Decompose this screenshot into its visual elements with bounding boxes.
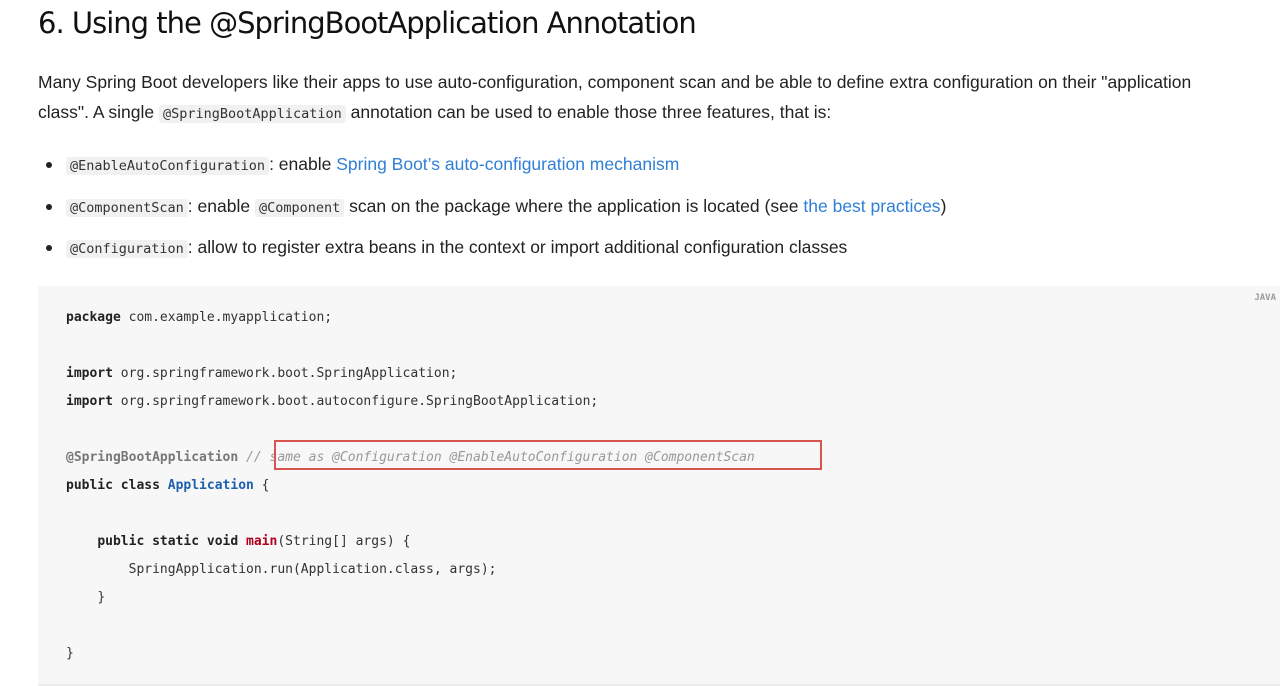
code-line: public static void main(String[] args) { xyxy=(66,528,755,556)
inline-code: @EnableAutoConfiguration xyxy=(66,157,270,175)
code-text: com.example.myapplication; xyxy=(120,310,333,325)
code-keyword: public static void xyxy=(97,534,239,549)
list-item: @ComponentScan: enable @Component scan o… xyxy=(38,192,946,234)
intro-paragraph: Many Spring Boot developers like their a… xyxy=(38,67,1238,129)
code-lines: package com.example.myapplication; impor… xyxy=(66,304,755,668)
list-item: @EnableAutoConfiguration: enable Spring … xyxy=(38,150,946,192)
code-line: import org.springframework.boot.SpringAp… xyxy=(66,360,755,388)
code-annotation: @SpringBootApplication xyxy=(66,450,239,465)
code-text: SpringApplication.run(Application.class,… xyxy=(128,562,497,577)
inline-code: @Configuration xyxy=(66,240,188,258)
code-text: } xyxy=(97,590,106,605)
auto-configuration-link[interactable]: Spring Boot’s auto-configuration mechani… xyxy=(336,154,679,174)
code-line: import org.springframework.boot.autoconf… xyxy=(66,388,755,416)
code-keyword: import xyxy=(66,394,113,409)
code-block[interactable]: JAVA package com.example.myapplication; … xyxy=(38,286,1280,686)
code-text: { xyxy=(253,478,270,493)
code-function-name: main xyxy=(246,534,278,549)
code-line: package com.example.myapplication; xyxy=(66,304,755,332)
code-text: org.springframework.boot.autoconfigure.S… xyxy=(112,394,599,409)
code-keyword: package xyxy=(66,310,121,325)
list-item-text: : enable xyxy=(269,154,337,174)
code-text: } xyxy=(66,646,74,661)
language-label: JAVA xyxy=(1254,293,1276,303)
feature-list: @EnableAutoConfiguration: enable Spring … xyxy=(38,150,946,275)
code-text: org.springframework.boot.SpringApplicati… xyxy=(112,366,458,381)
list-item-text: scan on the package where the applicatio… xyxy=(344,195,804,216)
inline-code: @SpringBootApplication xyxy=(159,105,346,123)
code-text: (String[] args) { xyxy=(277,534,411,549)
code-keyword: import xyxy=(66,366,113,381)
inline-code: @Component xyxy=(254,198,345,217)
list-item-text: : allow to register extra beans in the c… xyxy=(187,237,848,257)
intro-text-end: annotation can be used to enable those t… xyxy=(345,102,832,122)
code-class-name: Application xyxy=(167,478,254,493)
code-keyword: public class xyxy=(66,478,160,493)
list-item-text: : enable xyxy=(187,195,255,216)
page-title: 6. Using the @SpringBootApplication Anno… xyxy=(38,6,697,40)
list-item: @Configuration: allow to register extra … xyxy=(38,233,946,275)
code-line: public class Application { xyxy=(66,472,755,500)
best-practices-link[interactable]: the best practices xyxy=(803,196,940,216)
code-line: SpringApplication.run(Application.class,… xyxy=(66,556,755,584)
list-item-text: ) xyxy=(940,195,947,216)
inline-code: @ComponentScan xyxy=(66,198,188,217)
comment-highlight-box xyxy=(274,440,822,470)
code-line: } xyxy=(66,584,755,612)
code-line: } xyxy=(66,640,755,668)
